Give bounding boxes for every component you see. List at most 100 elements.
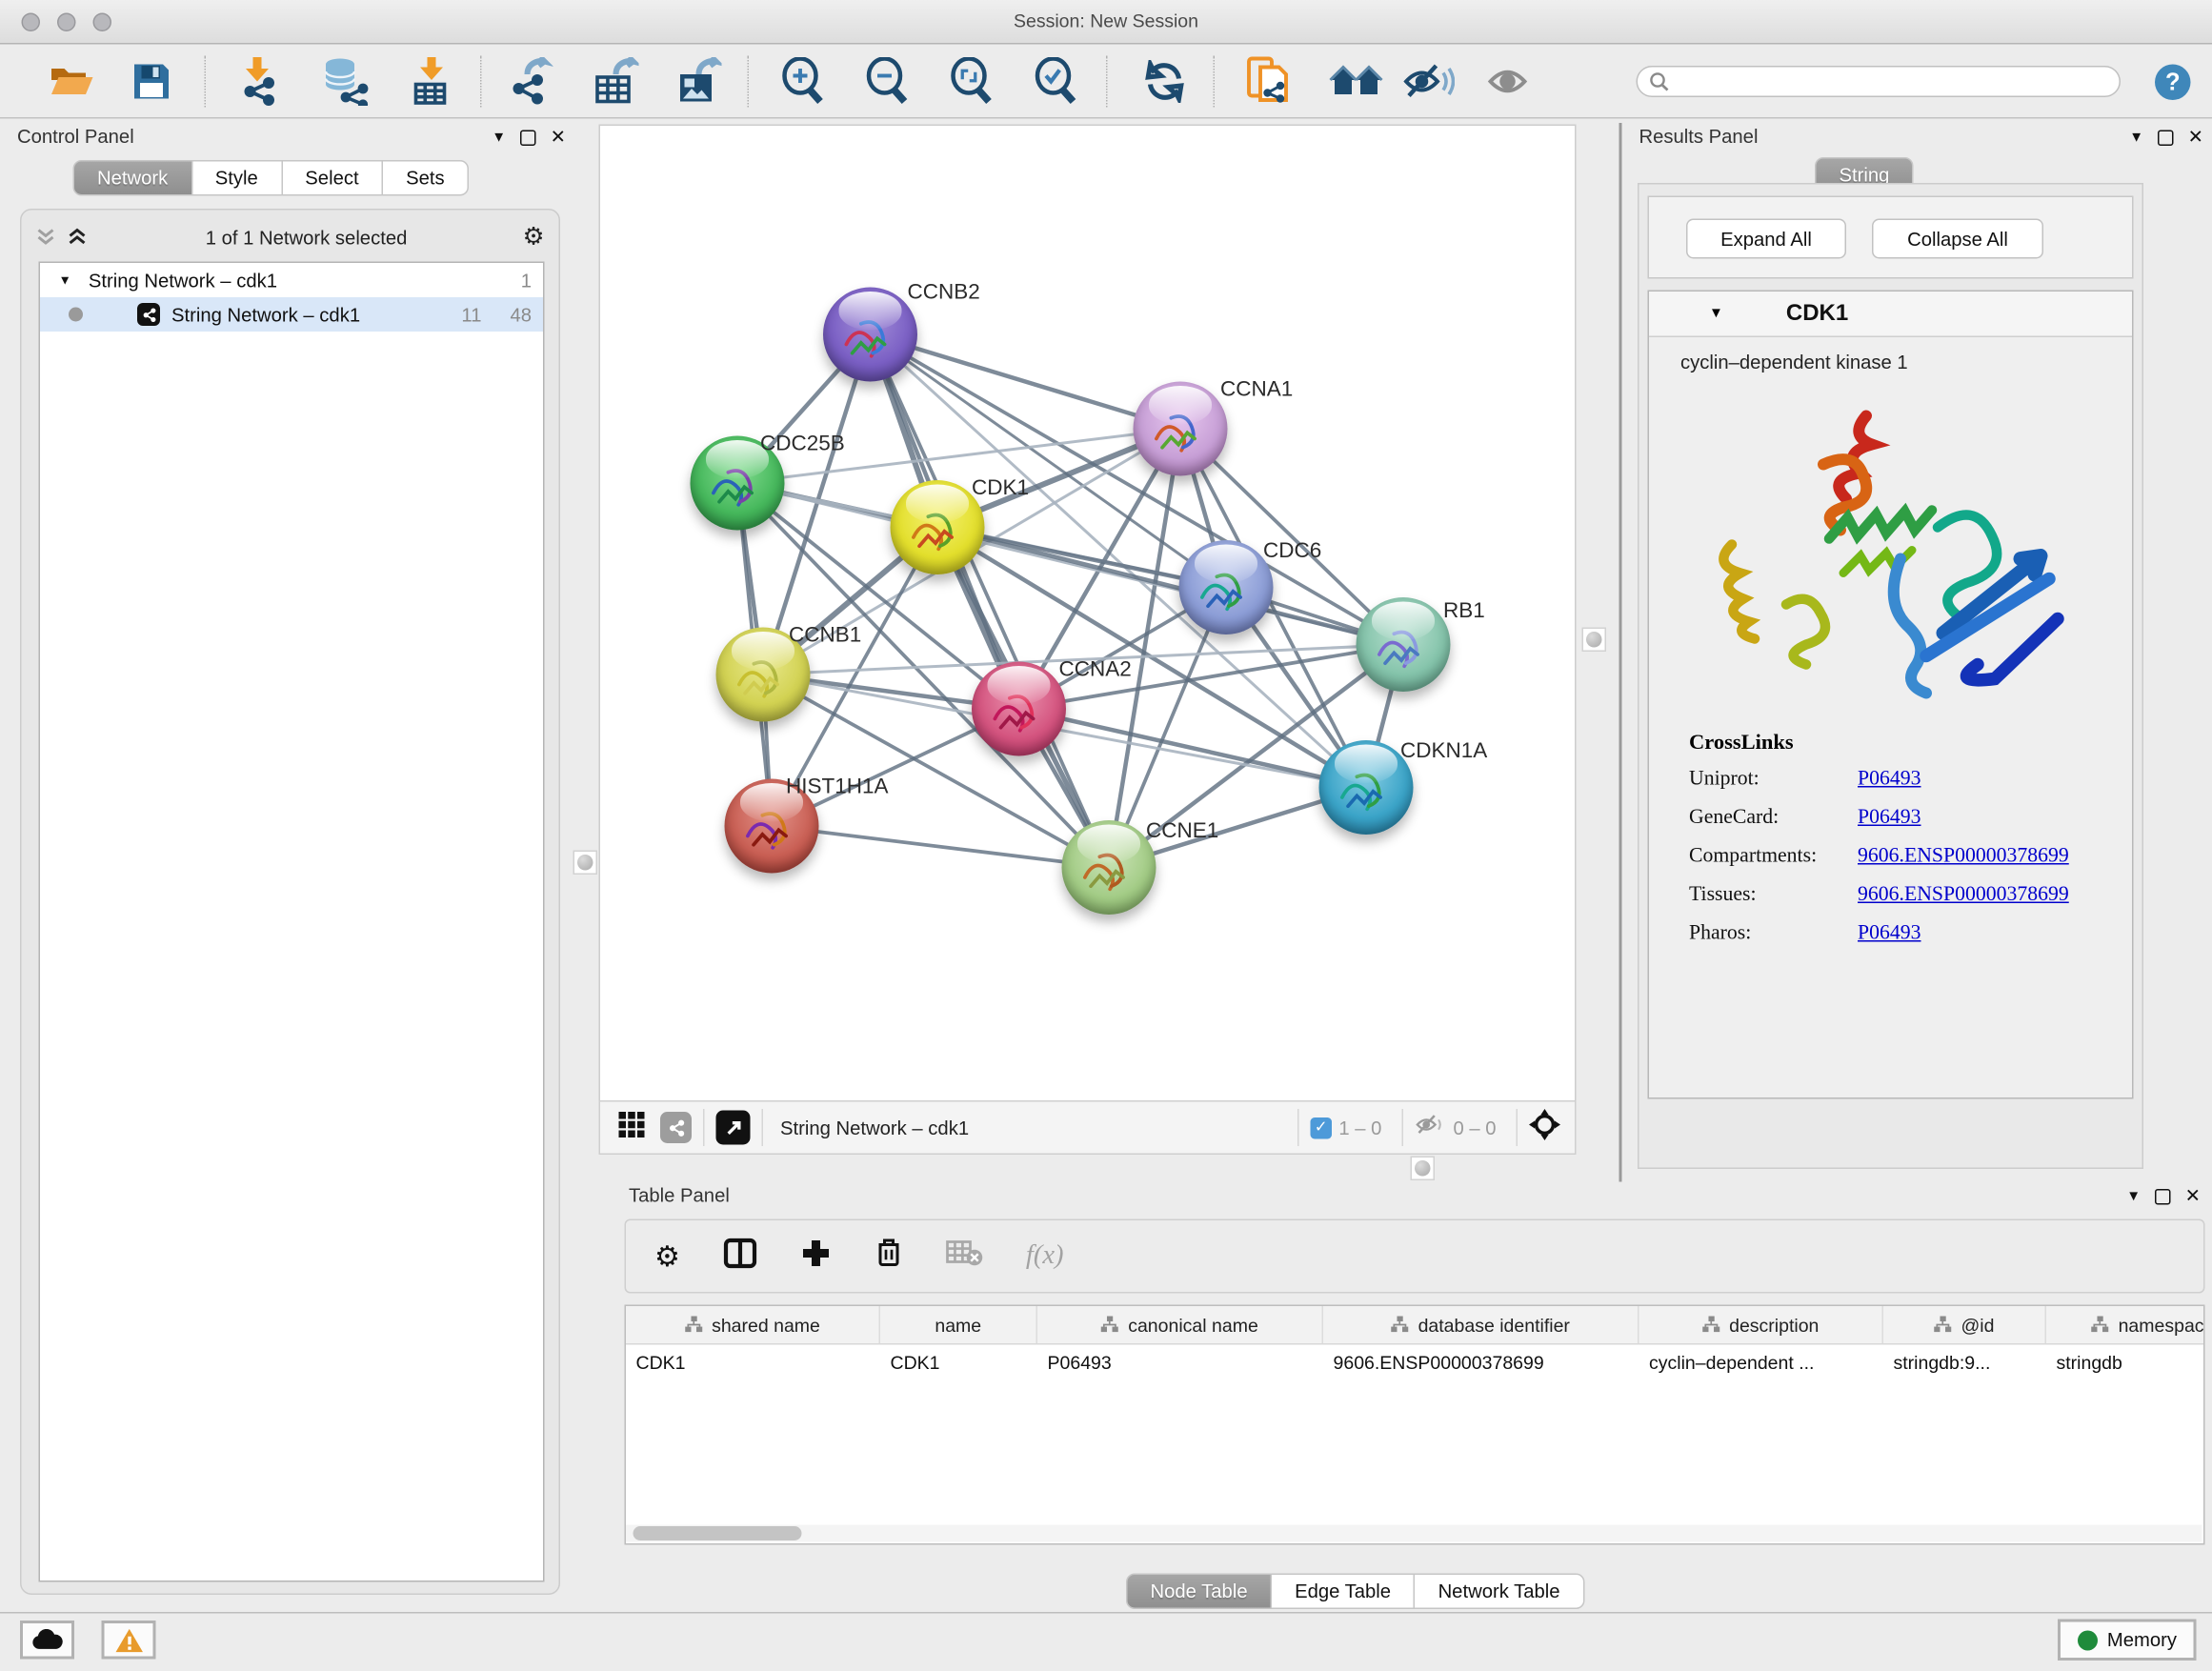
panel-float-icon[interactable] [520, 130, 536, 146]
import-table-file-button[interactable] [406, 45, 457, 119]
table-cell[interactable]: 9606.ENSP00000378699 [1323, 1345, 1639, 1382]
status-bar: Memory [0, 1612, 2212, 1671]
crosslink-link[interactable]: 9606.ENSP00000378699 [1858, 883, 2069, 908]
table-cell[interactable]: CDK1 [626, 1345, 880, 1382]
column-header-namespace[interactable]: namespace [2046, 1306, 2205, 1343]
export-image-button[interactable] [672, 45, 726, 119]
table-cell[interactable]: P06493 [1037, 1345, 1323, 1382]
expand-all-tree-icon[interactable] [68, 228, 90, 248]
scrollbar-thumb[interactable] [633, 1526, 802, 1540]
control-tab-style[interactable]: Style [192, 160, 283, 196]
toolbar-separator [762, 1109, 764, 1146]
share-network-icon[interactable] [660, 1112, 692, 1143]
left-splitter-handle[interactable] [573, 851, 598, 876]
node-section-header[interactable]: ▼ CDK1 [1649, 292, 2132, 337]
search-input[interactable] [1669, 71, 2120, 91]
zoom-out-button[interactable] [862, 45, 914, 119]
horizontal-splitter-handle[interactable] [1411, 1157, 1436, 1181]
panel-close-icon[interactable]: ✕ [2185, 1185, 2201, 1208]
table-row[interactable]: CDK1CDK1P064939606.ENSP00000378699cyclin… [626, 1345, 2203, 1382]
network-collection-row[interactable]: ▼ String Network – cdk1 1 [40, 263, 543, 297]
refresh-button[interactable] [1140, 45, 1189, 119]
open-session-button[interactable] [42, 45, 102, 119]
panel-float-icon[interactable] [2155, 1188, 2171, 1204]
right-splitter-handle[interactable] [1582, 628, 1607, 653]
panel-collapse-icon[interactable]: ▼ [2129, 130, 2143, 146]
export-table-button[interactable] [589, 45, 643, 119]
network-view-canvas[interactable]: CCNB2 CCNA1 CDC25B CDK1 CDC6 [599, 125, 1577, 1101]
open-in-external-icon[interactable] [716, 1111, 751, 1145]
memory-status-dot [2077, 1630, 2097, 1650]
zoom-in-button[interactable] [777, 45, 829, 119]
control-tab-network[interactable]: Network [73, 160, 192, 196]
collapse-all-tree-icon[interactable] [36, 228, 59, 248]
warnings-button[interactable] [102, 1621, 156, 1660]
help-button[interactable]: ? [2155, 65, 2191, 101]
network-edge-CCNA2-CDKN1A[interactable] [1019, 709, 1367, 788]
show-all-button[interactable] [1486, 45, 1538, 119]
control-tab-sets[interactable]: Sets [383, 160, 469, 196]
selected-nodes-checkbox[interactable]: ✓ [1310, 1117, 1332, 1138]
network-node-CCNA2[interactable] [972, 662, 1066, 756]
table-cell[interactable]: stringdb:9... [1883, 1345, 2046, 1382]
network-node-CDC6[interactable] [1179, 540, 1274, 634]
panel-float-icon[interactable] [2158, 130, 2174, 146]
birds-eye-view-icon[interactable] [1529, 1108, 1560, 1147]
show-columns-icon[interactable] [723, 1237, 757, 1276]
zoom-fit-button[interactable] [946, 45, 997, 119]
crosslink-link[interactable]: 9606.ENSP00000378699 [1858, 845, 2069, 870]
table-cell[interactable]: CDK1 [880, 1345, 1037, 1382]
network-edge-CCNB2-CCNE1[interactable] [871, 334, 1110, 868]
panel-close-icon[interactable]: ✕ [551, 126, 566, 149]
network-edge-CDK1-RB1[interactable] [937, 528, 1403, 645]
column-header-name[interactable]: name [880, 1306, 1037, 1343]
column-header-database-identifier[interactable]: database identifier [1323, 1306, 1639, 1343]
import-network-database-button[interactable] [317, 45, 374, 119]
network-edge-HIST1H1A-CCNE1[interactable] [772, 826, 1109, 868]
network-options-gear-icon[interactable]: ⚙ [523, 223, 545, 252]
control-tab-select[interactable]: Select [282, 160, 383, 196]
column-header-canonical-name[interactable]: canonical name [1037, 1306, 1323, 1343]
column-header-@id[interactable]: @id [1883, 1306, 2046, 1343]
save-session-button[interactable] [126, 45, 177, 119]
create-column-icon[interactable] [800, 1237, 832, 1276]
new-network-from-selection-button[interactable] [1240, 45, 1297, 119]
zoom-selected-button[interactable] [1031, 45, 1082, 119]
network-node-CCNB2[interactable] [823, 288, 917, 382]
import-network-file-button[interactable] [236, 45, 288, 119]
grid-view-icon[interactable] [617, 1110, 646, 1146]
crosslink-link[interactable]: P06493 [1858, 806, 1920, 831]
network-node-CCNA1[interactable] [1134, 382, 1228, 476]
network-node-CCNE1[interactable] [1062, 820, 1156, 915]
hide-selected-button[interactable] [1400, 45, 1458, 119]
table-cell[interactable]: cyclin–dependent ... [1639, 1345, 1884, 1382]
cloud-status-button[interactable] [20, 1621, 74, 1660]
memory-button[interactable]: Memory [2058, 1620, 2197, 1661]
tree-expand-icon[interactable]: ▼ [59, 273, 71, 288]
column-header-description[interactable]: description [1639, 1306, 1884, 1343]
table-options-gear-icon[interactable]: ⚙ [654, 1238, 680, 1275]
first-neighbors-button[interactable] [1325, 45, 1388, 119]
network-node-RB1[interactable] [1357, 597, 1451, 692]
crosslink-link[interactable]: P06493 [1858, 922, 1920, 947]
panel-collapse-icon[interactable]: ▼ [492, 130, 506, 146]
table-horizontal-scrollbar[interactable] [626, 1525, 2202, 1542]
export-network-button[interactable] [503, 45, 557, 119]
network-edge-CCNB2-CCNA1[interactable] [871, 334, 1181, 429]
column-header-shared-name[interactable]: shared name [626, 1306, 880, 1343]
table-tab-edge-table[interactable]: Edge Table [1272, 1574, 1415, 1610]
expand-all-button[interactable]: Expand All [1686, 219, 1846, 259]
panel-collapse-icon[interactable]: ▼ [2126, 1188, 2141, 1204]
network-node-CDK1[interactable] [891, 480, 985, 574]
crosslink-link[interactable]: P06493 [1858, 768, 1920, 793]
delete-column-icon[interactable] [875, 1237, 903, 1277]
table-cell[interactable]: stringdb [2046, 1345, 2205, 1382]
section-collapse-icon[interactable]: ▼ [1709, 306, 1723, 322]
node-table[interactable]: shared namenamecanonical namedatabase id… [625, 1305, 2205, 1545]
table-tab-network-table[interactable]: Network Table [1416, 1574, 1584, 1610]
collapse-all-button[interactable]: Collapse All [1872, 219, 2043, 259]
table-tab-node-table[interactable]: Node Table [1126, 1574, 1272, 1610]
panel-close-icon[interactable]: ✕ [2188, 126, 2203, 149]
network-node-CDKN1A[interactable] [1319, 740, 1414, 835]
network-row[interactable]: String Network – cdk1 11 48 [40, 297, 543, 332]
